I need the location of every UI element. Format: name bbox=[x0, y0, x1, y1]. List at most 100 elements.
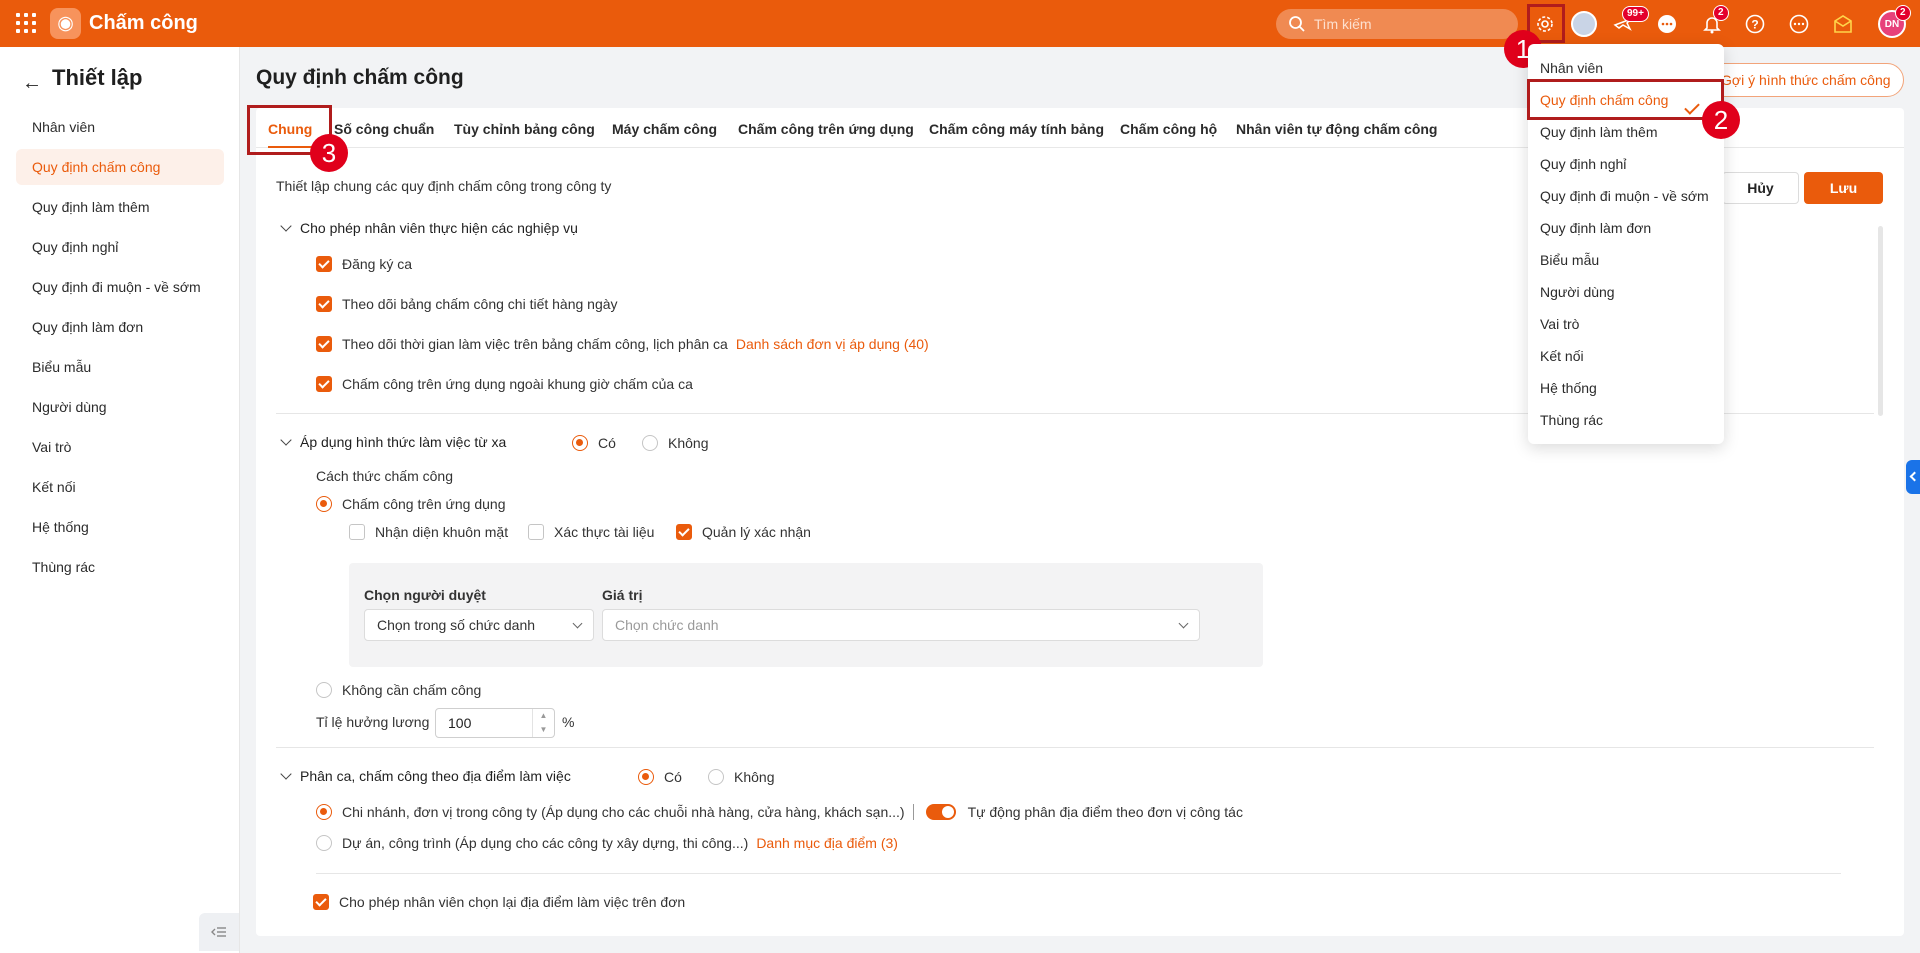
profile-avatar[interactable]: DN 2 bbox=[1877, 5, 1911, 39]
section-divider bbox=[276, 747, 1874, 748]
apps-grid-icon[interactable] bbox=[16, 13, 38, 35]
app-title[interactable]: Chấm công bbox=[89, 12, 198, 35]
section-remote-work[interactable]: Áp dụng hình thức làm việc từ xa bbox=[280, 434, 506, 450]
location-catalog-link[interactable]: Danh mục địa điểm (3) bbox=[756, 835, 898, 851]
sidebar-item-di-muon-ve-som[interactable]: Quy định đi muộn - về sớm bbox=[16, 269, 224, 305]
sidebar-item-nguoi-dung[interactable]: Người dùng bbox=[16, 389, 224, 425]
option-theo-doi-bang-cong[interactable]: Theo dõi bảng chấm công chi tiết hàng ng… bbox=[316, 296, 618, 312]
sidebar-item-vai-tro[interactable]: Vai trò bbox=[16, 429, 224, 465]
sidebar-item-quy-dinh-nghi[interactable]: Quy định nghỉ bbox=[16, 229, 224, 265]
app-attendance-radio[interactable]: Chấm công trên ứng dụng bbox=[316, 496, 505, 512]
location-no-radio[interactable]: Không bbox=[708, 769, 774, 785]
sidebar-item-bieu-mau[interactable]: Biểu mẫu bbox=[16, 349, 224, 385]
radio-unselected[interactable] bbox=[316, 835, 332, 851]
menu-item-ket-noi[interactable]: Kết nối bbox=[1540, 348, 1584, 364]
radio-unselected[interactable] bbox=[316, 682, 332, 698]
menu-item-nguoi-dung[interactable]: Người dùng bbox=[1540, 284, 1615, 300]
menu-item-thung-rac[interactable]: Thùng rác bbox=[1540, 412, 1603, 428]
branch-option[interactable]: Chi nhánh, đơn vị trong công ty (Áp dụng… bbox=[316, 804, 1243, 820]
checkbox-checked[interactable] bbox=[316, 256, 332, 272]
help-icon[interactable]: ? bbox=[1740, 9, 1770, 39]
method-label: Cách thức chấm công bbox=[316, 468, 453, 484]
radio-selected[interactable] bbox=[316, 804, 332, 820]
search-input[interactable] bbox=[1314, 9, 1504, 39]
sidebar-item-he-thong[interactable]: Hệ thống bbox=[16, 509, 224, 545]
checkbox-checked[interactable] bbox=[316, 296, 332, 312]
menu-item-di-muon-ve-som[interactable]: Quy định đi muộn - về sớm bbox=[1540, 188, 1709, 204]
checkbox-checked[interactable] bbox=[316, 376, 332, 392]
tab-may-cham-cong[interactable]: Máy chấm công bbox=[612, 121, 717, 137]
collapse-sidebar-icon[interactable] bbox=[199, 913, 239, 951]
section-divider bbox=[316, 873, 1841, 874]
tab-cham-cong-ho[interactable]: Chấm công hộ bbox=[1120, 121, 1217, 137]
save-button[interactable]: Lưu bbox=[1804, 172, 1883, 204]
search-box[interactable] bbox=[1276, 9, 1518, 39]
tab-cham-cong-may-tinh-bang[interactable]: Chấm công máy tính bảng bbox=[929, 121, 1104, 137]
page-description: Thiết lập chung các quy định chấm công t… bbox=[276, 178, 612, 194]
sidebar-item-quy-dinh-lam-them[interactable]: Quy định làm thêm bbox=[16, 189, 224, 225]
percent-label: % bbox=[562, 714, 575, 730]
top-bar: ◉ Chấm công 99+ 2 ? DN 2 bbox=[0, 0, 1920, 47]
side-expand-tab[interactable] bbox=[1906, 460, 1920, 494]
manager-confirm-option[interactable]: Quản lý xác nhận bbox=[676, 524, 811, 540]
step-marker-2: 2 bbox=[1702, 101, 1740, 139]
face-recognition-option[interactable]: Nhận diện khuôn mặt bbox=[349, 524, 508, 540]
notification-badge: 2 bbox=[1713, 5, 1729, 21]
sidebar-item-nhan-vien[interactable]: Nhân viên bbox=[16, 109, 224, 145]
radio-unselected[interactable] bbox=[708, 769, 724, 785]
radio-selected[interactable] bbox=[316, 496, 332, 512]
menu-item-he-thong[interactable]: Hệ thống bbox=[1540, 380, 1597, 396]
units-applied-link[interactable]: Danh sách đơn vị áp dụng (40) bbox=[736, 336, 929, 352]
radio-selected[interactable] bbox=[638, 769, 654, 785]
salary-rate-input[interactable]: 100 ▲ ▼ bbox=[435, 708, 555, 738]
location-yes-radio[interactable]: Có bbox=[638, 769, 682, 785]
stepper-icon[interactable]: ▲ ▼ bbox=[532, 709, 554, 737]
checkbox-unchecked[interactable] bbox=[349, 524, 365, 540]
user-avatar-icon[interactable] bbox=[1569, 9, 1599, 39]
menu-item-quy-dinh-lam-don[interactable]: Quy định làm đơn bbox=[1540, 220, 1651, 236]
option-dang-ky-ca[interactable]: Đăng ký ca bbox=[316, 256, 412, 272]
tab-cham-cong-ung-dung[interactable]: Chấm công trên ứng dụng bbox=[738, 121, 914, 137]
gift-icon[interactable] bbox=[1828, 9, 1858, 39]
cancel-button[interactable]: Hủy bbox=[1722, 172, 1799, 204]
menu-item-nhan-vien[interactable]: Nhân viên bbox=[1540, 60, 1603, 76]
sidebar-item-ket-noi[interactable]: Kết nối bbox=[16, 469, 224, 505]
tab-tuy-chinh-bang-cong[interactable]: Tùy chỉnh bảng công bbox=[454, 121, 595, 137]
chevron-down-icon bbox=[280, 220, 292, 232]
sidebar-item-quy-dinh-cham-cong[interactable]: Quy định chấm công bbox=[16, 149, 224, 185]
tab-nhan-vien-tu-dong[interactable]: Nhân viên tự động chấm công bbox=[1236, 121, 1437, 137]
checkbox-unchecked[interactable] bbox=[528, 524, 544, 540]
checkbox-checked[interactable] bbox=[316, 336, 332, 352]
back-arrow-icon[interactable]: ← bbox=[22, 72, 42, 95]
remote-yes-radio[interactable]: Có bbox=[572, 435, 616, 451]
bell-icon[interactable]: 2 bbox=[1697, 5, 1729, 39]
radio-selected[interactable] bbox=[572, 435, 588, 451]
section-location-shift[interactable]: Phân ca, chấm công theo địa điểm làm việ… bbox=[280, 768, 571, 784]
auto-assign-toggle[interactable] bbox=[925, 804, 956, 820]
option-theo-doi-thoi-gian[interactable]: Theo dõi thời gian làm việc trên bảng ch… bbox=[316, 336, 929, 352]
section-allow-operations[interactable]: Cho phép nhân viên thực hiện các nghiệp … bbox=[280, 220, 578, 236]
flight-icon[interactable]: 99+ bbox=[1608, 6, 1649, 39]
project-option[interactable]: Dự án, công trình (Áp dụng cho các công … bbox=[316, 835, 898, 851]
radio-unselected[interactable] bbox=[642, 435, 658, 451]
remote-no-radio[interactable]: Không bbox=[642, 435, 708, 451]
job-title-select[interactable]: Chọn chức danh bbox=[602, 609, 1200, 641]
chat-icon[interactable] bbox=[1652, 9, 1682, 39]
avatar-badge: 2 bbox=[1895, 5, 1911, 21]
reselect-location-option[interactable]: Cho phép nhân viên chọn lại địa điểm làm… bbox=[313, 894, 685, 910]
sidebar-item-thung-rac[interactable]: Thùng rác bbox=[16, 549, 224, 585]
menu-item-vai-tro[interactable]: Vai trò bbox=[1540, 316, 1579, 332]
approver-select[interactable]: Chọn trong số chức danh bbox=[364, 609, 594, 641]
sidebar-item-quy-dinh-lam-don[interactable]: Quy định làm đơn bbox=[16, 309, 224, 345]
scrollbar[interactable] bbox=[1878, 226, 1883, 416]
checkbox-checked[interactable] bbox=[313, 894, 329, 910]
menu-item-quy-dinh-nghi[interactable]: Quy định nghỉ bbox=[1540, 156, 1626, 172]
menu-item-quy-dinh-lam-them[interactable]: Quy định làm thêm bbox=[1540, 124, 1658, 140]
option-ngoai-khung-gio[interactable]: Chấm công trên ứng dụng ngoài khung giờ … bbox=[316, 376, 693, 392]
tab-so-cong-chuan[interactable]: Số công chuẩn bbox=[334, 121, 434, 137]
no-attendance-radio[interactable]: Không cần chấm công bbox=[316, 682, 481, 698]
menu-item-bieu-mau[interactable]: Biểu mẫu bbox=[1540, 252, 1599, 268]
checkbox-checked[interactable] bbox=[676, 524, 692, 540]
document-verify-option[interactable]: Xác thực tài liệu bbox=[528, 524, 654, 540]
more-icon[interactable] bbox=[1784, 9, 1814, 39]
